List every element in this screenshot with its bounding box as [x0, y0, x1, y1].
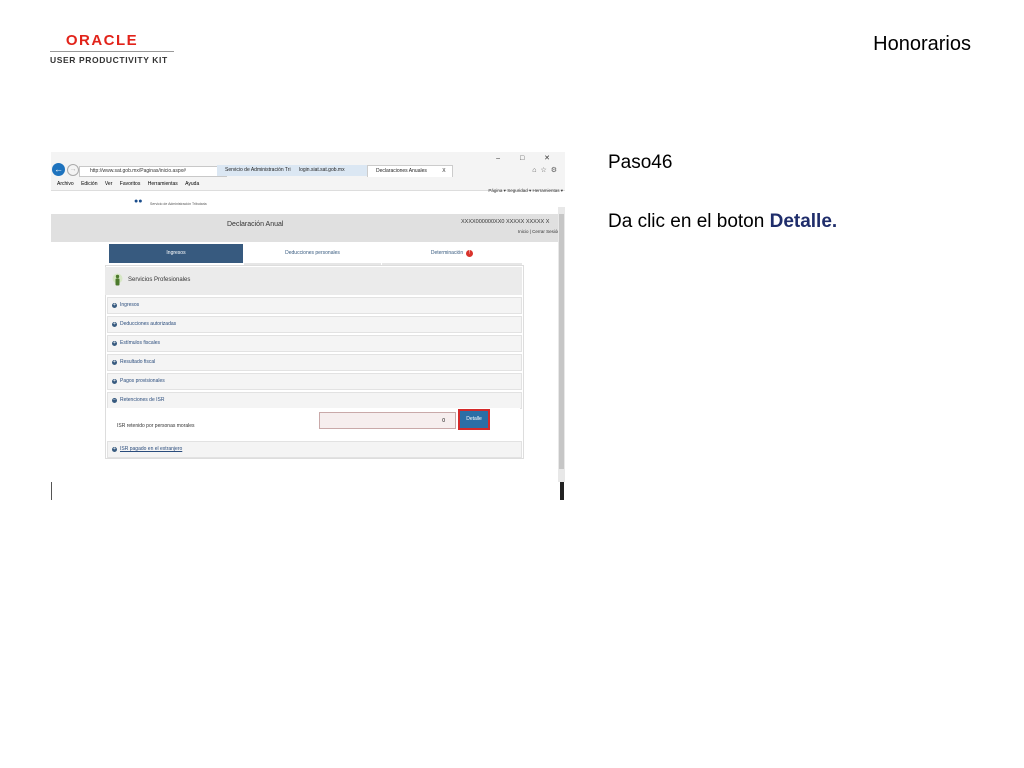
section-resultado-fiscal[interactable]: + Resultado fiscal: [107, 354, 522, 371]
frame-edge-left: [51, 482, 52, 500]
section-estimulos-fiscales[interactable]: + Estímulos fiscales: [107, 335, 522, 352]
browser-screenshot: ← → http://www.sat.gob.mx/Paginas/inicio…: [51, 152, 565, 502]
minus-icon: −: [112, 397, 117, 403]
section-pagos-provisionales[interactable]: + Pagos provisionales: [107, 373, 522, 390]
step-label: Paso46: [608, 152, 673, 173]
browser-tab[interactable]: Servicio de Administración Tri...: [217, 165, 295, 176]
tab-close-icon[interactable]: X: [442, 168, 445, 174]
back-arrow-icon[interactable]: ←: [52, 163, 65, 176]
browser-tab[interactable]: login.siat.sat.gob.mx: [291, 165, 371, 176]
section-deducciones-autorizadas[interactable]: + Deducciones autorizadas: [107, 316, 522, 333]
tab-determinacion[interactable]: Determinación!: [382, 244, 522, 265]
menu-item-ayuda[interactable]: Ayuda: [185, 181, 199, 187]
section-label: Retenciones de ISR: [120, 397, 165, 403]
logo-divider: [50, 51, 174, 52]
page-title: Declaración Anual: [227, 221, 284, 228]
plus-icon: +: [112, 302, 117, 308]
menu-item-favoritos[interactable]: Favoritos: [120, 181, 141, 187]
favorites-icons[interactable]: ⌂☆⚙: [532, 166, 561, 174]
tab-label: Declaraciones Anuales: [376, 168, 427, 174]
panel-title: Servicios Profesionales: [128, 277, 191, 283]
section-retenciones-isr[interactable]: − Retenciones de ISR: [107, 392, 522, 409]
plus-icon: +: [112, 446, 117, 452]
tab-label: Determinación: [430, 250, 464, 256]
section-label: Resultado fiscal: [120, 359, 156, 365]
instruction-target: Detalle.: [769, 211, 838, 232]
logo-subtitle: USER PRODUCTIVITY KIT: [50, 55, 168, 65]
window-controls[interactable]: – □ ✕: [496, 154, 559, 162]
section-ingresos[interactable]: + Ingresos: [107, 297, 522, 314]
section-label: Ingresos: [120, 302, 140, 308]
isr-retenido-input[interactable]: 0: [319, 412, 456, 429]
scrollbar-thumb[interactable]: [559, 214, 564, 469]
oracle-upk-logo: ORACLE USER PRODUCTIVITY KIT: [50, 32, 174, 65]
browser-tab-active[interactable]: Declaraciones Anuales X: [367, 165, 453, 177]
menu-item-herramientas[interactable]: Herramientas: [148, 181, 178, 187]
section-label: Estímulos fiscales: [120, 340, 161, 346]
step-instruction: Da clic en el boton Detalle.: [608, 211, 837, 233]
taxpayer-rfc: XXXX000000XX0 XXXXX XXXXX X: [461, 219, 550, 225]
section-label: Pagos provisionales: [120, 378, 165, 384]
oracle-logo-text: ORACLE: [65, 32, 139, 49]
site-header: [51, 198, 565, 214]
header-links[interactable]: Inicio | Cerrar Sesión: [518, 229, 560, 234]
sat-logo-icon: ●●: [134, 198, 143, 205]
slide-title: Honorarios: [873, 33, 971, 55]
address-bar[interactable]: http://www.sat.gob.mx/Paginas/inicio.asp…: [79, 166, 227, 177]
isr-retenido-label: ISR retenido por personas morales: [117, 423, 195, 429]
menu-item-archivo[interactable]: Archivo: [57, 181, 74, 187]
person-icon: [112, 273, 123, 286]
forward-arrow-icon[interactable]: →: [67, 164, 79, 176]
menu-item-edicion[interactable]: Edición: [81, 181, 97, 187]
command-bar[interactable]: Página ▾ Seguridad ▾ Herramientas ▾: [488, 188, 563, 194]
plus-icon: +: [112, 340, 117, 346]
plus-icon: +: [112, 378, 117, 384]
section-isr-extranjero[interactable]: + ISR pagado en el extranjero: [107, 441, 522, 458]
tab-deducciones-personales[interactable]: Deducciones personales: [244, 244, 381, 265]
section-link[interactable]: ISR pagado en el extranjero: [120, 446, 182, 452]
plus-icon: +: [112, 321, 117, 327]
plus-icon: +: [112, 359, 117, 365]
detalle-button[interactable]: Detalle: [458, 409, 490, 430]
tab-ingresos[interactable]: Ingresos: [109, 244, 243, 263]
frame-edge-right: [560, 482, 564, 500]
menu-item-ver[interactable]: Ver: [105, 181, 113, 187]
alert-badge: !: [466, 250, 474, 257]
instruction-text: Da clic en el boton: [608, 211, 770, 232]
section-label: Deducciones autorizadas: [120, 321, 177, 327]
sat-agency-name: Servicio de Administración Tributaria: [150, 202, 207, 206]
